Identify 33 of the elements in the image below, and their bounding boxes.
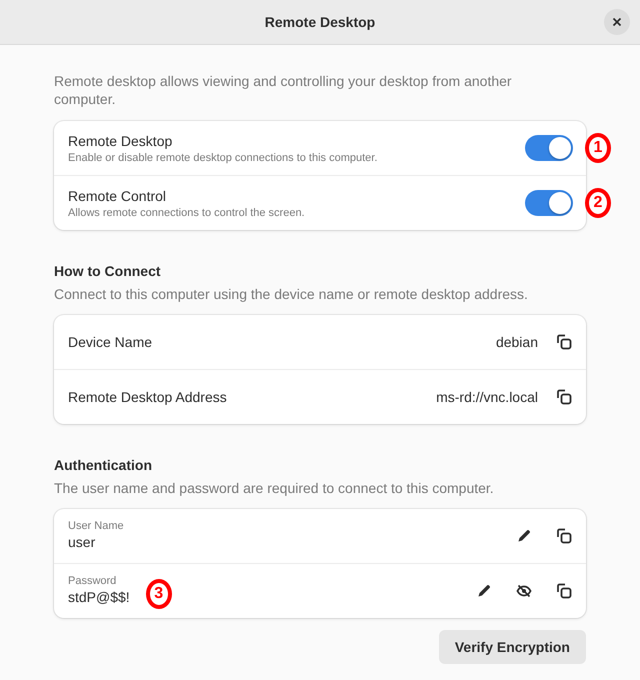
close-button[interactable] [604,9,630,35]
callout-number: 1 [585,133,611,163]
verify-encryption-button[interactable]: Verify Encryption [438,630,586,664]
row-title: Remote Desktop [68,132,174,148]
row-subtitle: Enable or disable remote desktop connections to this computer. [68,152,378,164]
field-value: stdP@$$! [68,589,130,605]
window-title: Remote Desktop [264,14,376,30]
section-description: Connect to this computer using the device name or remote desktop address. [54,285,529,303]
row-value: debian [496,334,538,350]
close-icon [612,17,622,27]
toggle-switch[interactable] [525,135,573,161]
row-label: Remote Desktop Address [68,389,228,405]
copy-icon[interactable] [556,583,572,599]
intro-text: Remote desktop allows viewing and controlling your desktop from another computer. [54,72,513,108]
copy-icon[interactable] [556,389,572,405]
pencil-icon[interactable] [516,528,532,544]
field-value: user [68,534,96,550]
row-value: ms-rd://vnc.local [436,389,538,405]
field-label: Password [68,575,118,587]
row-subtitle: Allows remote connections to control the screen. [68,206,306,218]
row-title: Remote Control [68,188,168,204]
toggle-switch[interactable] [525,190,573,216]
section-heading: Authentication [54,457,153,473]
section-description: The user name and password are required to connect to this computer. [54,479,495,497]
eye-slash-icon[interactable] [516,583,532,599]
copy-icon[interactable] [556,528,572,544]
callout-number: 2 [585,188,611,218]
copy-icon[interactable] [556,334,572,350]
pencil-icon[interactable] [476,583,492,599]
callout-number: 3 [146,579,172,609]
section-heading: How to Connect [54,263,162,279]
field-label: User Name [68,520,125,532]
row-label: Device Name [68,334,154,350]
